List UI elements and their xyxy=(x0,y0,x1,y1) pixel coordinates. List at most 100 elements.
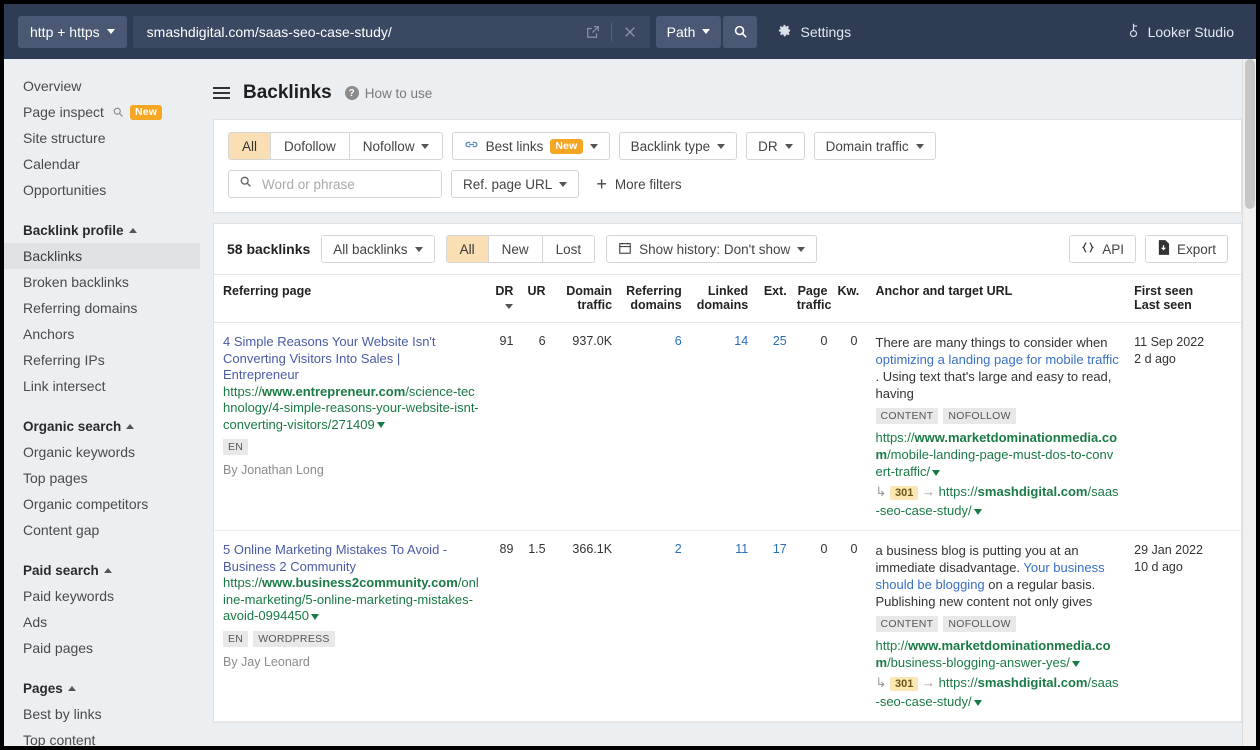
search-input[interactable] xyxy=(260,176,431,193)
sidebar-item-label: Referring IPs xyxy=(23,352,105,368)
scrollbar-thumb[interactable] xyxy=(1245,59,1255,209)
cell-ext[interactable]: 25 xyxy=(753,323,792,531)
sidebar-item-anchors[interactable]: Anchors xyxy=(4,321,200,347)
tag-nofollow: NOFOLLOW xyxy=(943,408,1016,424)
hamburger-icon[interactable] xyxy=(213,87,230,99)
sidebar-item-overview[interactable]: Overview xyxy=(4,73,200,99)
col-page-traffic[interactable]: Page traffic xyxy=(792,275,833,323)
path-label: Path xyxy=(667,24,696,40)
sidebar-group-paid-search[interactable]: Paid search xyxy=(4,557,200,583)
looker-studio-button[interactable]: Looker Studio xyxy=(1127,22,1234,41)
referring-page-title[interactable]: 5 Online Marketing Mistakes To Avoid - B… xyxy=(223,542,479,575)
sidebar-item-calendar[interactable]: Calendar xyxy=(4,151,200,177)
chevron-down-icon[interactable] xyxy=(932,470,940,476)
sidebar-item-top-content[interactable]: Top content xyxy=(4,727,200,746)
export-button[interactable]: Export xyxy=(1145,235,1228,263)
sidebar-item-referring-ips[interactable]: Referring IPs xyxy=(4,347,200,373)
settings-button[interactable]: Settings xyxy=(777,23,851,41)
chevron-down-icon[interactable] xyxy=(311,614,319,620)
col-kw[interactable]: Kw. xyxy=(832,275,862,323)
protocol-selector[interactable]: http + https xyxy=(18,16,127,48)
target-url-value: smashdigital.com/saas-seo-case-study/ xyxy=(147,24,392,40)
sidebar-group-pages[interactable]: Pages xyxy=(4,675,200,701)
chevron-down-icon[interactable] xyxy=(974,700,982,706)
sidebar-item-organic-keywords[interactable]: Organic keywords xyxy=(4,439,200,465)
target-url-display[interactable]: smashdigital.com/saas-seo-case-study/ xyxy=(133,16,573,48)
col-ext[interactable]: Ext. xyxy=(753,275,792,323)
state-lost[interactable]: Lost xyxy=(543,236,595,262)
sidebar-item-label: Link intersect xyxy=(23,378,105,394)
filter-all[interactable]: All xyxy=(229,133,271,159)
sidebar-item-ads[interactable]: Ads xyxy=(4,609,200,635)
chevron-down-icon[interactable] xyxy=(1072,661,1080,667)
external-link-icon[interactable] xyxy=(579,18,607,46)
col-domain-traffic[interactable]: Domain traffic xyxy=(551,275,617,323)
sidebar-item-opportunities[interactable]: Opportunities xyxy=(4,177,200,203)
sidebar-item-top-pages[interactable]: Top pages xyxy=(4,465,200,491)
ref-page-url-filter[interactable]: Ref. page URL xyxy=(451,170,579,198)
backlink-type-filter[interactable]: Backlink type xyxy=(619,132,738,160)
cell-linked-domains[interactable]: 11 xyxy=(687,531,753,722)
show-history-dropdown[interactable]: Show history: Don't show xyxy=(606,235,817,263)
redirect-chain[interactable]: ↳ 301 → https://smashdigital.com/saas-se… xyxy=(876,483,1121,519)
col-linked-domains[interactable]: Linked domains xyxy=(687,275,753,323)
cell-ext-value: 17 xyxy=(773,542,787,556)
target-url[interactable]: https://www.marketdominationmedia.com/mo… xyxy=(876,429,1121,480)
sidebar-item-paid-pages[interactable]: Paid pages xyxy=(4,635,200,661)
all-backlinks-dropdown[interactable]: All backlinks xyxy=(321,235,434,263)
backlink-type-label: Backlink type xyxy=(631,139,711,154)
col-ur[interactable]: UR xyxy=(518,275,550,323)
anchor-text-link[interactable]: optimizing a landing page for mobile tra… xyxy=(876,352,1119,367)
chevron-down-icon xyxy=(590,144,598,149)
col-dr[interactable]: DR xyxy=(484,275,518,323)
cell-ext[interactable]: 17 xyxy=(753,531,792,722)
cell-referring-domains[interactable]: 6 xyxy=(617,323,687,531)
sidebar-item-organic-competitors[interactable]: Organic competitors xyxy=(4,491,200,517)
search-button[interactable] xyxy=(723,16,757,48)
sidebar-item-label: Best by links xyxy=(23,706,102,722)
sidebar-group-organic-search[interactable]: Organic search xyxy=(4,413,200,439)
more-filters-button[interactable]: + More filters xyxy=(596,175,681,193)
state-new[interactable]: New xyxy=(489,236,543,262)
search-field[interactable] xyxy=(228,170,442,198)
dr-filter[interactable]: DR xyxy=(746,132,805,160)
sidebar-item-link-intersect[interactable]: Link intersect xyxy=(4,373,200,399)
sidebar-item-best-by-links[interactable]: Best by links xyxy=(4,701,200,727)
sidebar-item-broken-backlinks[interactable]: Broken backlinks xyxy=(4,269,200,295)
path-selector[interactable]: Path xyxy=(656,16,722,48)
col-first-last-seen[interactable]: First seen Last seen xyxy=(1125,275,1241,323)
cell-linked-domains[interactable]: 14 xyxy=(687,323,753,531)
close-icon[interactable] xyxy=(616,18,644,46)
sidebar-group-backlink-profile[interactable]: Backlink profile xyxy=(4,217,200,243)
sort-desc-icon xyxy=(505,304,513,309)
redirect-chain[interactable]: ↳ 301 → https://smashdigital.com/saas-se… xyxy=(876,674,1121,710)
referring-page-url[interactable]: https://www.business2community.com/onlin… xyxy=(223,575,479,625)
sidebar-item-paid-keywords[interactable]: Paid keywords xyxy=(4,583,200,609)
filter-dofollow[interactable]: Dofollow xyxy=(271,133,350,159)
how-to-use-link[interactable]: ? How to use xyxy=(345,86,433,101)
col-referring-page[interactable]: Referring page xyxy=(214,275,484,323)
col-referring-domains[interactable]: Referring domains xyxy=(617,275,687,323)
sidebar-item-page-inspect[interactable]: Page inspectNew xyxy=(4,99,200,125)
filter-nofollow[interactable]: Nofollow xyxy=(350,133,442,159)
referring-page-url[interactable]: https://www.entrepreneur.com/science-tec… xyxy=(223,384,479,434)
sidebar-item-referring-domains[interactable]: Referring domains xyxy=(4,295,200,321)
state-all[interactable]: All xyxy=(447,236,489,262)
redirect-status-code: 301 xyxy=(890,486,918,500)
domain-traffic-filter[interactable]: Domain traffic xyxy=(814,132,936,160)
chevron-down-icon xyxy=(785,144,793,149)
api-button[interactable]: API xyxy=(1069,235,1136,263)
sidebar-item-site-structure[interactable]: Site structure xyxy=(4,125,200,151)
sidebar-item-label: Top content xyxy=(23,732,95,746)
referring-page-title[interactable]: 4 Simple Reasons Your Website Isn't Conv… xyxy=(223,334,479,384)
page-scrollbar[interactable] xyxy=(1242,59,1256,746)
sidebar-item-label: Paid pages xyxy=(23,640,93,656)
sidebar-item-content-gap[interactable]: Content gap xyxy=(4,517,200,543)
chevron-down-icon[interactable] xyxy=(974,509,982,515)
chevron-down-icon xyxy=(702,29,710,34)
cell-referring-domains[interactable]: 2 xyxy=(617,531,687,722)
sidebar-item-backlinks[interactable]: Backlinks xyxy=(4,243,200,269)
chevron-down-icon[interactable] xyxy=(377,422,385,428)
best-links-filter[interactable]: Best links New xyxy=(452,132,610,160)
target-url[interactable]: http://www.marketdominationmedia.com/bus… xyxy=(876,637,1121,671)
